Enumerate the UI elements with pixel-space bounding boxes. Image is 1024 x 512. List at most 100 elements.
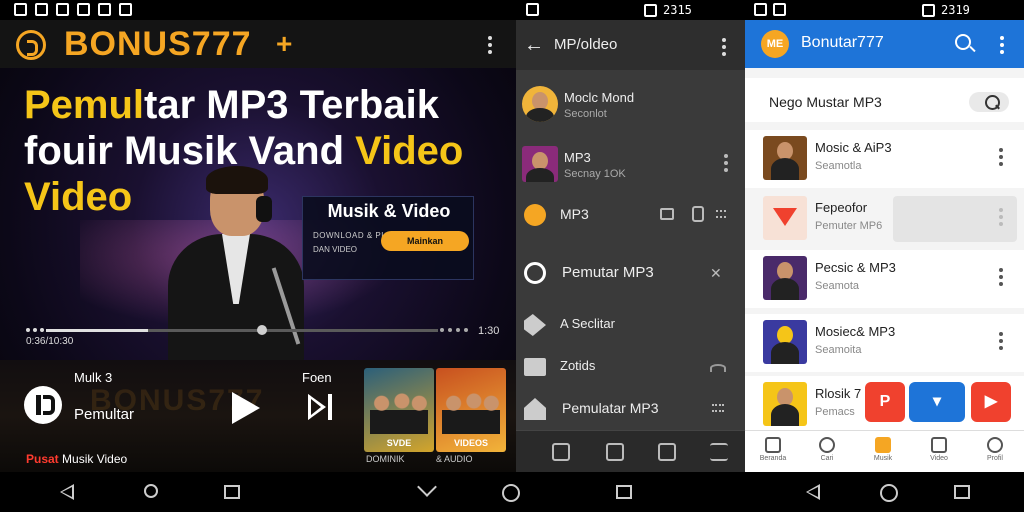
now-playing-label: Mulk 3 — [74, 370, 113, 385]
song-thumbnail — [763, 256, 807, 300]
alarm-icon — [644, 3, 657, 17]
wifi-icon — [98, 3, 111, 16]
notification-icon — [14, 3, 27, 16]
bookmark-icon[interactable] — [606, 443, 624, 461]
system-nav-bar — [0, 472, 1024, 512]
action-button[interactable]: P — [865, 382, 905, 422]
more-icon[interactable] — [999, 148, 1003, 166]
menu-item[interactable]: MP3 — [516, 194, 745, 238]
shuffle-icon[interactable]: ✕ — [710, 266, 724, 280]
signal-icon — [77, 3, 90, 16]
nav-home[interactable]: Beranda — [751, 435, 795, 471]
more-icon[interactable] — [1000, 36, 1004, 54]
video-icon[interactable] — [660, 208, 674, 220]
back-arrow-icon[interactable]: ← — [524, 34, 544, 57]
promo-subtitle: DAN VIDEO — [313, 245, 358, 254]
list-item-subtitle: Seamota — [815, 280, 860, 292]
app-bar: BONUS777 + — [0, 20, 516, 68]
list-item[interactable]: Mosiec& MP3 Seamoita — [745, 314, 1024, 372]
home-icon — [765, 437, 781, 453]
menu-label: Pemutar MP3 — [562, 264, 654, 281]
list-item[interactable]: Mosic & AiP3 Seamotla — [745, 130, 1024, 188]
seek-bar[interactable] — [46, 329, 438, 332]
home-icon[interactable] — [880, 484, 898, 502]
headline-part: Video — [355, 129, 464, 173]
back-icon[interactable] — [60, 484, 74, 500]
avatar — [522, 86, 558, 122]
recents-icon[interactable] — [954, 485, 970, 499]
search-icon[interactable] — [969, 92, 1009, 112]
list-item[interactable]: Moclc Mond Seconlot — [516, 78, 745, 136]
list-item-subtitle: Pemuter MP6 — [815, 220, 883, 232]
grid-icon[interactable] — [716, 210, 726, 218]
promo-player-panel: BONUS777 + Pemultar MP3 Terbaik fouir Mu… — [0, 20, 516, 472]
nav-video[interactable]: Video — [917, 435, 961, 471]
list-item-title: Mosiec& MP3 — [815, 324, 896, 339]
eye-icon[interactable] — [710, 364, 726, 372]
poster-title: SVDE — [386, 438, 412, 448]
seek-thumb[interactable] — [256, 325, 267, 335]
poster-caption: DOMINIK — [366, 454, 405, 464]
menu-icon[interactable] — [710, 443, 728, 461]
app-bar: ME Bonutar777 — [745, 20, 1024, 68]
menu-item[interactable]: A Seclitar — [516, 302, 745, 346]
chevron-down-icon[interactable] — [417, 477, 437, 497]
home-icon[interactable] — [552, 443, 570, 461]
share-icon[interactable] — [692, 206, 704, 222]
list-item-subtitle: Secnay 1OK — [564, 168, 626, 180]
mute-icon — [526, 3, 539, 16]
settings-icon — [119, 3, 132, 16]
skip-next-icon[interactable] — [308, 394, 332, 420]
camera-icon — [754, 3, 767, 16]
action-button[interactable]: ▾ — [909, 382, 965, 422]
list-item[interactable]: Fepeofor Pemuter MP6 — [745, 190, 1024, 248]
search-icon[interactable] — [955, 34, 971, 50]
list-panel: ME Bonutar777 Nego Mustar MP3 Mosic & Ai… — [745, 20, 1024, 472]
brand-plus: + — [276, 28, 293, 59]
more-icon[interactable] — [999, 268, 1003, 286]
promo-title: Musik & Video — [327, 201, 451, 221]
menu-label: A Seclitar — [560, 316, 615, 331]
nav-search[interactable]: Cari — [805, 435, 849, 471]
more-icon[interactable] — [722, 38, 726, 56]
video-poster[interactable]: SVDE — [364, 368, 434, 452]
nav-music[interactable]: Musik — [861, 435, 905, 471]
book-icon[interactable] — [658, 443, 676, 461]
back-icon[interactable] — [806, 484, 820, 500]
action-button[interactable]: ▶ — [971, 382, 1011, 422]
brand-logo-icon: ME — [761, 30, 789, 58]
grid-icon[interactable] — [712, 404, 724, 412]
library-panel: ← MP/oldeo Moclc Mond Seconlot MP3 Secna… — [516, 20, 745, 472]
footer-text: Musik Video — [58, 452, 128, 466]
recents-icon[interactable] — [224, 485, 240, 499]
more-icon[interactable] — [999, 208, 1003, 226]
list-item-subtitle: Seconlot — [564, 108, 607, 120]
now-playing-title: Pemultar — [74, 406, 135, 423]
list-item[interactable]: Pecsic & MP3 Seamota — [745, 250, 1024, 308]
menu-item[interactable]: Pemutar MP3 ✕ — [516, 250, 745, 294]
recents-icon[interactable] — [616, 485, 632, 499]
section-header: Nego Mustar MP3 — [745, 78, 1024, 122]
list-item-title: Fepeofor — [815, 200, 868, 215]
gallery-icon — [35, 3, 48, 16]
search-icon[interactable] — [144, 484, 158, 498]
home-icon[interactable] — [502, 484, 520, 502]
list-item-subtitle: Seamoita — [815, 344, 862, 356]
play-icon[interactable] — [232, 392, 260, 424]
more-icon[interactable] — [999, 332, 1003, 350]
promo-card[interactable]: Musik & Video DOWNLOAD & PLAY MP3 DAN VI… — [302, 196, 474, 280]
more-icon[interactable] — [724, 154, 728, 172]
page-title: MP/oldeo — [554, 36, 618, 53]
nav-profile[interactable]: Profil — [973, 435, 1017, 471]
promo-play-button[interactable]: Mainkan — [381, 231, 469, 251]
menu-item[interactable]: Zotids — [516, 344, 745, 388]
player-app-icon[interactable] — [24, 386, 62, 424]
list-item-title: Rlosik 7 — [815, 386, 862, 401]
video-poster[interactable]: VIDEOS — [436, 368, 506, 452]
menu-item[interactable]: Pemulatar MP3 — [516, 386, 745, 430]
more-icon[interactable] — [488, 36, 492, 54]
list-item[interactable]: MP3 Secnay 1OK — [516, 138, 745, 196]
nav-label: Profil — [987, 455, 1003, 462]
song-thumbnail — [763, 136, 807, 180]
chat-icon — [524, 262, 546, 284]
